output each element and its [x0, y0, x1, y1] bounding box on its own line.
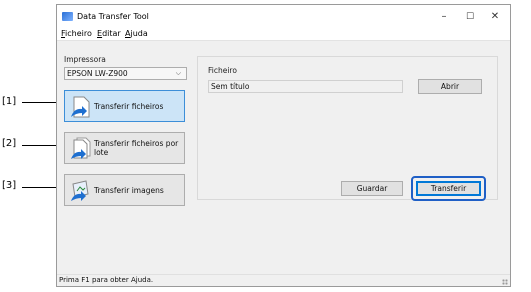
batch-transfer-icon	[71, 137, 91, 159]
window-title: Data Transfer Tool	[77, 12, 149, 21]
image-transfer-icon	[71, 180, 89, 201]
maximize-button[interactable]: ☐	[458, 10, 482, 24]
status-text: Prima F1 para obter Ajuda.	[59, 276, 154, 284]
menu-editar[interactable]: Editar	[97, 29, 121, 38]
file-transfer-icon	[71, 96, 90, 118]
open-button[interactable]: Abrir	[418, 79, 482, 94]
printer-select[interactable]: EPSON LW-Z900 ⌵	[64, 67, 187, 80]
transfer-files-button[interactable]: Transferir ficheiros	[64, 90, 185, 122]
transfer-images-label: Transferir imagens	[94, 186, 164, 195]
file-label: Ficheiro	[208, 66, 237, 75]
batch-transfer-label: Transferir ficheiros por lote	[94, 139, 179, 157]
transfer-images-button[interactable]: Transferir imagens	[64, 174, 185, 206]
save-button[interactable]: Guardar	[341, 181, 403, 196]
callout-2: [2]	[2, 138, 17, 149]
callout-3: [3]	[2, 180, 17, 191]
title-bar: Data Transfer Tool – ☐ ✕	[57, 5, 510, 27]
menu-bar: Ficheiro Editar Ajuda	[57, 27, 510, 41]
printer-label: Impressora	[64, 55, 106, 64]
close-button[interactable]: ✕	[483, 10, 507, 24]
batch-transfer-button[interactable]: Transferir ficheiros por lote	[64, 132, 185, 164]
file-name-field: Sem título	[208, 80, 403, 93]
menu-ajuda[interactable]: Ajuda	[125, 29, 148, 38]
callout-1: [1]	[2, 96, 17, 107]
client-area: Impressora EPSON LW-Z900 ⌵ Transferir fi…	[57, 42, 510, 276]
app-window: Data Transfer Tool – ☐ ✕ Ficheiro Editar…	[56, 4, 511, 287]
resize-grip-icon[interactable]	[502, 279, 508, 285]
file-panel: Ficheiro Sem título Abrir Guardar Transf…	[197, 56, 498, 201]
status-bar: Prima F1 para obter Ajuda.	[57, 274, 510, 286]
transfer-files-label: Transferir ficheiros	[94, 102, 164, 111]
chevron-down-icon: ⌵	[175, 69, 181, 77]
menu-ficheiro[interactable]: Ficheiro	[61, 29, 92, 38]
printer-select-value: EPSON LW-Z900	[67, 69, 128, 78]
transfer-button[interactable]: Transferir	[416, 181, 481, 196]
minimize-button[interactable]: –	[432, 10, 456, 24]
app-icon	[62, 12, 73, 21]
